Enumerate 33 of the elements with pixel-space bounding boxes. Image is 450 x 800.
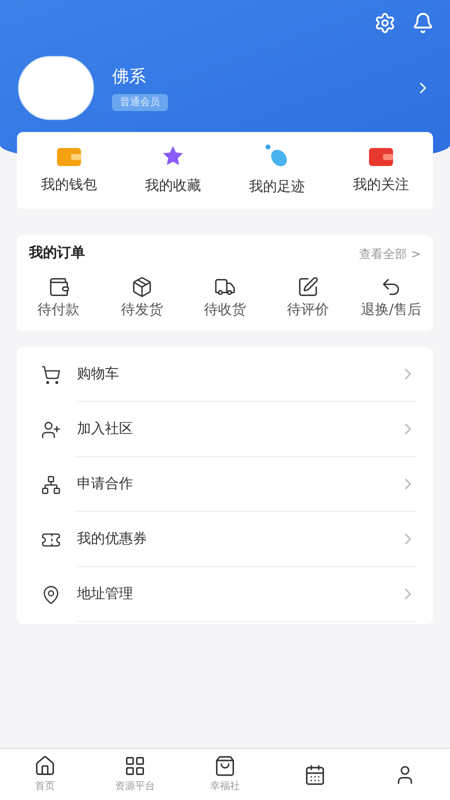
user-add-icon [41, 420, 61, 440]
location-icon [41, 584, 61, 604]
shortcut-label[interactable]: 我的关注 [353, 175, 409, 196]
bag-icon[interactable] [214, 755, 236, 777]
order-status-label[interactable]: 退换/售后 [361, 300, 422, 321]
calendar-icon[interactable] [304, 764, 326, 786]
member-badge: 普通会员 [112, 94, 168, 112]
network-icon [41, 474, 61, 494]
wallet-icon [56, 145, 82, 167]
notification-icon[interactable] [412, 12, 434, 34]
user-name: 佛系 [112, 66, 147, 89]
truck-icon[interactable] [214, 276, 236, 298]
menu-item-label[interactable]: 申请合作 [77, 474, 399, 494]
wallet-icon [368, 145, 394, 167]
home-icon[interactable] [34, 755, 56, 777]
menu-item-label[interactable]: 地址管理 [77, 584, 399, 604]
cart-icon [41, 364, 61, 384]
order-status-label[interactable]: 待付款 [38, 300, 80, 321]
menu-item-label[interactable]: 加入社区 [77, 418, 399, 440]
shortcut-label[interactable]: 我的足迹 [249, 177, 305, 198]
order-status-label[interactable]: 待收货 [204, 300, 246, 321]
order-status-label[interactable]: 待发货 [120, 300, 163, 321]
edit-icon[interactable] [297, 276, 320, 298]
grid-icon[interactable] [124, 755, 146, 777]
settings-icon[interactable] [374, 12, 396, 34]
shortcut-label[interactable]: 我的收藏 [145, 176, 201, 197]
menu-item-label[interactable]: 我的优惠券 [77, 528, 399, 550]
shortcut-label[interactable]: 我的钱包 [41, 175, 97, 196]
wallet-icon[interactable] [48, 276, 70, 298]
orders-title: 我的订单 [29, 244, 85, 263]
box-icon[interactable] [130, 276, 153, 298]
order-status-label[interactable]: 待评价 [287, 300, 330, 321]
menu-item-label[interactable]: 购物车 [77, 364, 399, 384]
